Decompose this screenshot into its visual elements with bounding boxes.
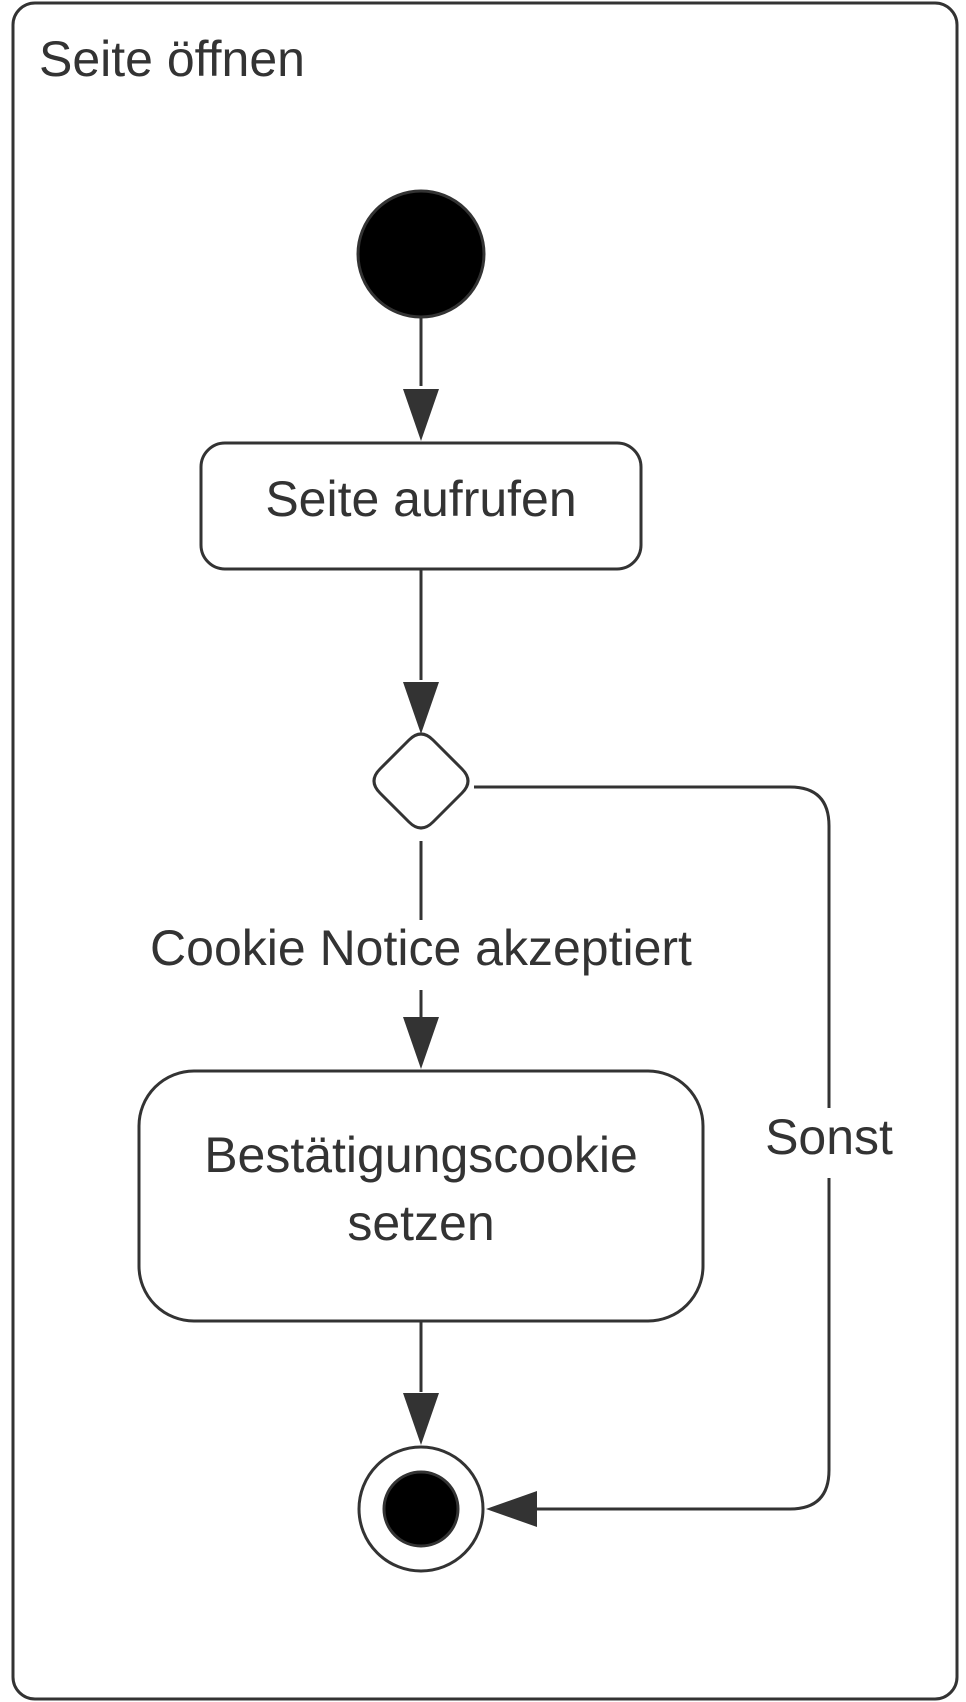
guard-else: Sonst <box>765 1109 893 1165</box>
activity-diagram: Seite öffnen Seite aufrufen Cookie Notic… <box>11 1 959 1701</box>
frame-title: Seite öffnen <box>39 31 305 87</box>
action-seite-aufrufen-label: Seite aufrufen <box>265 471 576 527</box>
guard-cookie-accepted: Cookie Notice akzeptiert <box>150 920 692 976</box>
action-cookie-label-line1: Bestätigungscookie <box>204 1127 638 1183</box>
initial-node <box>356 189 486 319</box>
action-cookie-label-line2: setzen <box>347 1195 494 1251</box>
final-node-inner <box>382 1470 460 1548</box>
